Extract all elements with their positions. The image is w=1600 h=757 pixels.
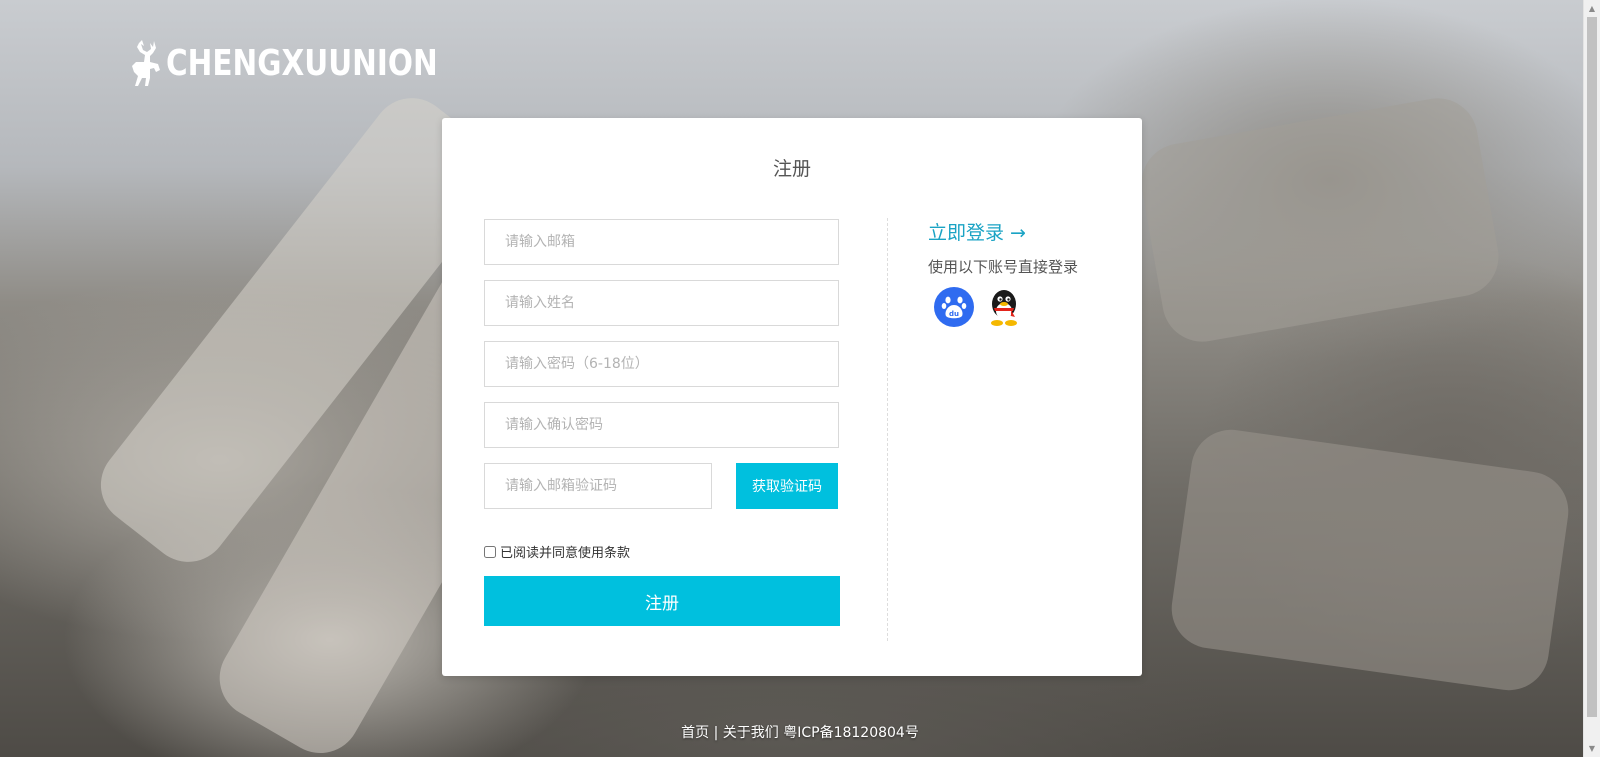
terms-agreement[interactable]: 已阅读并同意使用条款 xyxy=(484,542,630,561)
page-scrollbar[interactable]: ▲ ▼ xyxy=(1583,0,1600,757)
baidu-icon[interactable]: du xyxy=(933,286,975,328)
register-title: 注册 xyxy=(772,158,811,180)
password-field[interactable] xyxy=(484,341,839,387)
footer-icp: 粤ICP备18120804号 xyxy=(778,725,919,741)
scrollbar-thumb[interactable] xyxy=(1587,17,1597,717)
site-footer: 首页 | 关于我们 粤ICP备18120804号 xyxy=(0,722,1600,742)
register-button[interactable]: 注册 xyxy=(484,576,840,626)
brand-logo[interactable]: CHENGXUUNION xyxy=(128,38,497,88)
background-rock xyxy=(1166,424,1574,696)
email-field[interactable] xyxy=(484,219,839,265)
scroll-up-icon[interactable]: ▲ xyxy=(1584,0,1600,17)
divider xyxy=(887,218,888,641)
svg-text:du: du xyxy=(949,310,959,318)
page-background: CHENGXUUNION 注册 获取验证码 已阅读并同意使用条款 注册 立即登录… xyxy=(0,0,1600,757)
confirm-password-field[interactable] xyxy=(484,402,839,448)
email-code-field[interactable] xyxy=(484,463,712,509)
footer-separator: | xyxy=(709,725,723,741)
terms-checkbox[interactable] xyxy=(484,545,496,558)
brand-name: CHENGXUUNION xyxy=(166,42,438,84)
background-rock xyxy=(1135,91,1505,349)
scroll-down-icon[interactable]: ▼ xyxy=(1584,740,1600,757)
footer-about-link[interactable]: 关于我们 xyxy=(723,725,779,741)
deer-icon xyxy=(132,40,160,86)
get-code-button[interactable]: 获取验证码 xyxy=(736,463,838,509)
terms-label: 已阅读并同意使用条款 xyxy=(500,546,631,561)
name-field[interactable] xyxy=(484,280,839,326)
qq-icon[interactable] xyxy=(983,286,1025,328)
social-login-hint: 使用以下账号直接登录 xyxy=(928,258,1079,276)
login-now-link[interactable]: 立即登录 → xyxy=(928,218,1026,245)
footer-home-link[interactable]: 首页 xyxy=(681,725,709,741)
register-card: 注册 获取验证码 已阅读并同意使用条款 注册 立即登录 → 使用以下账号直接登录… xyxy=(442,118,1142,676)
